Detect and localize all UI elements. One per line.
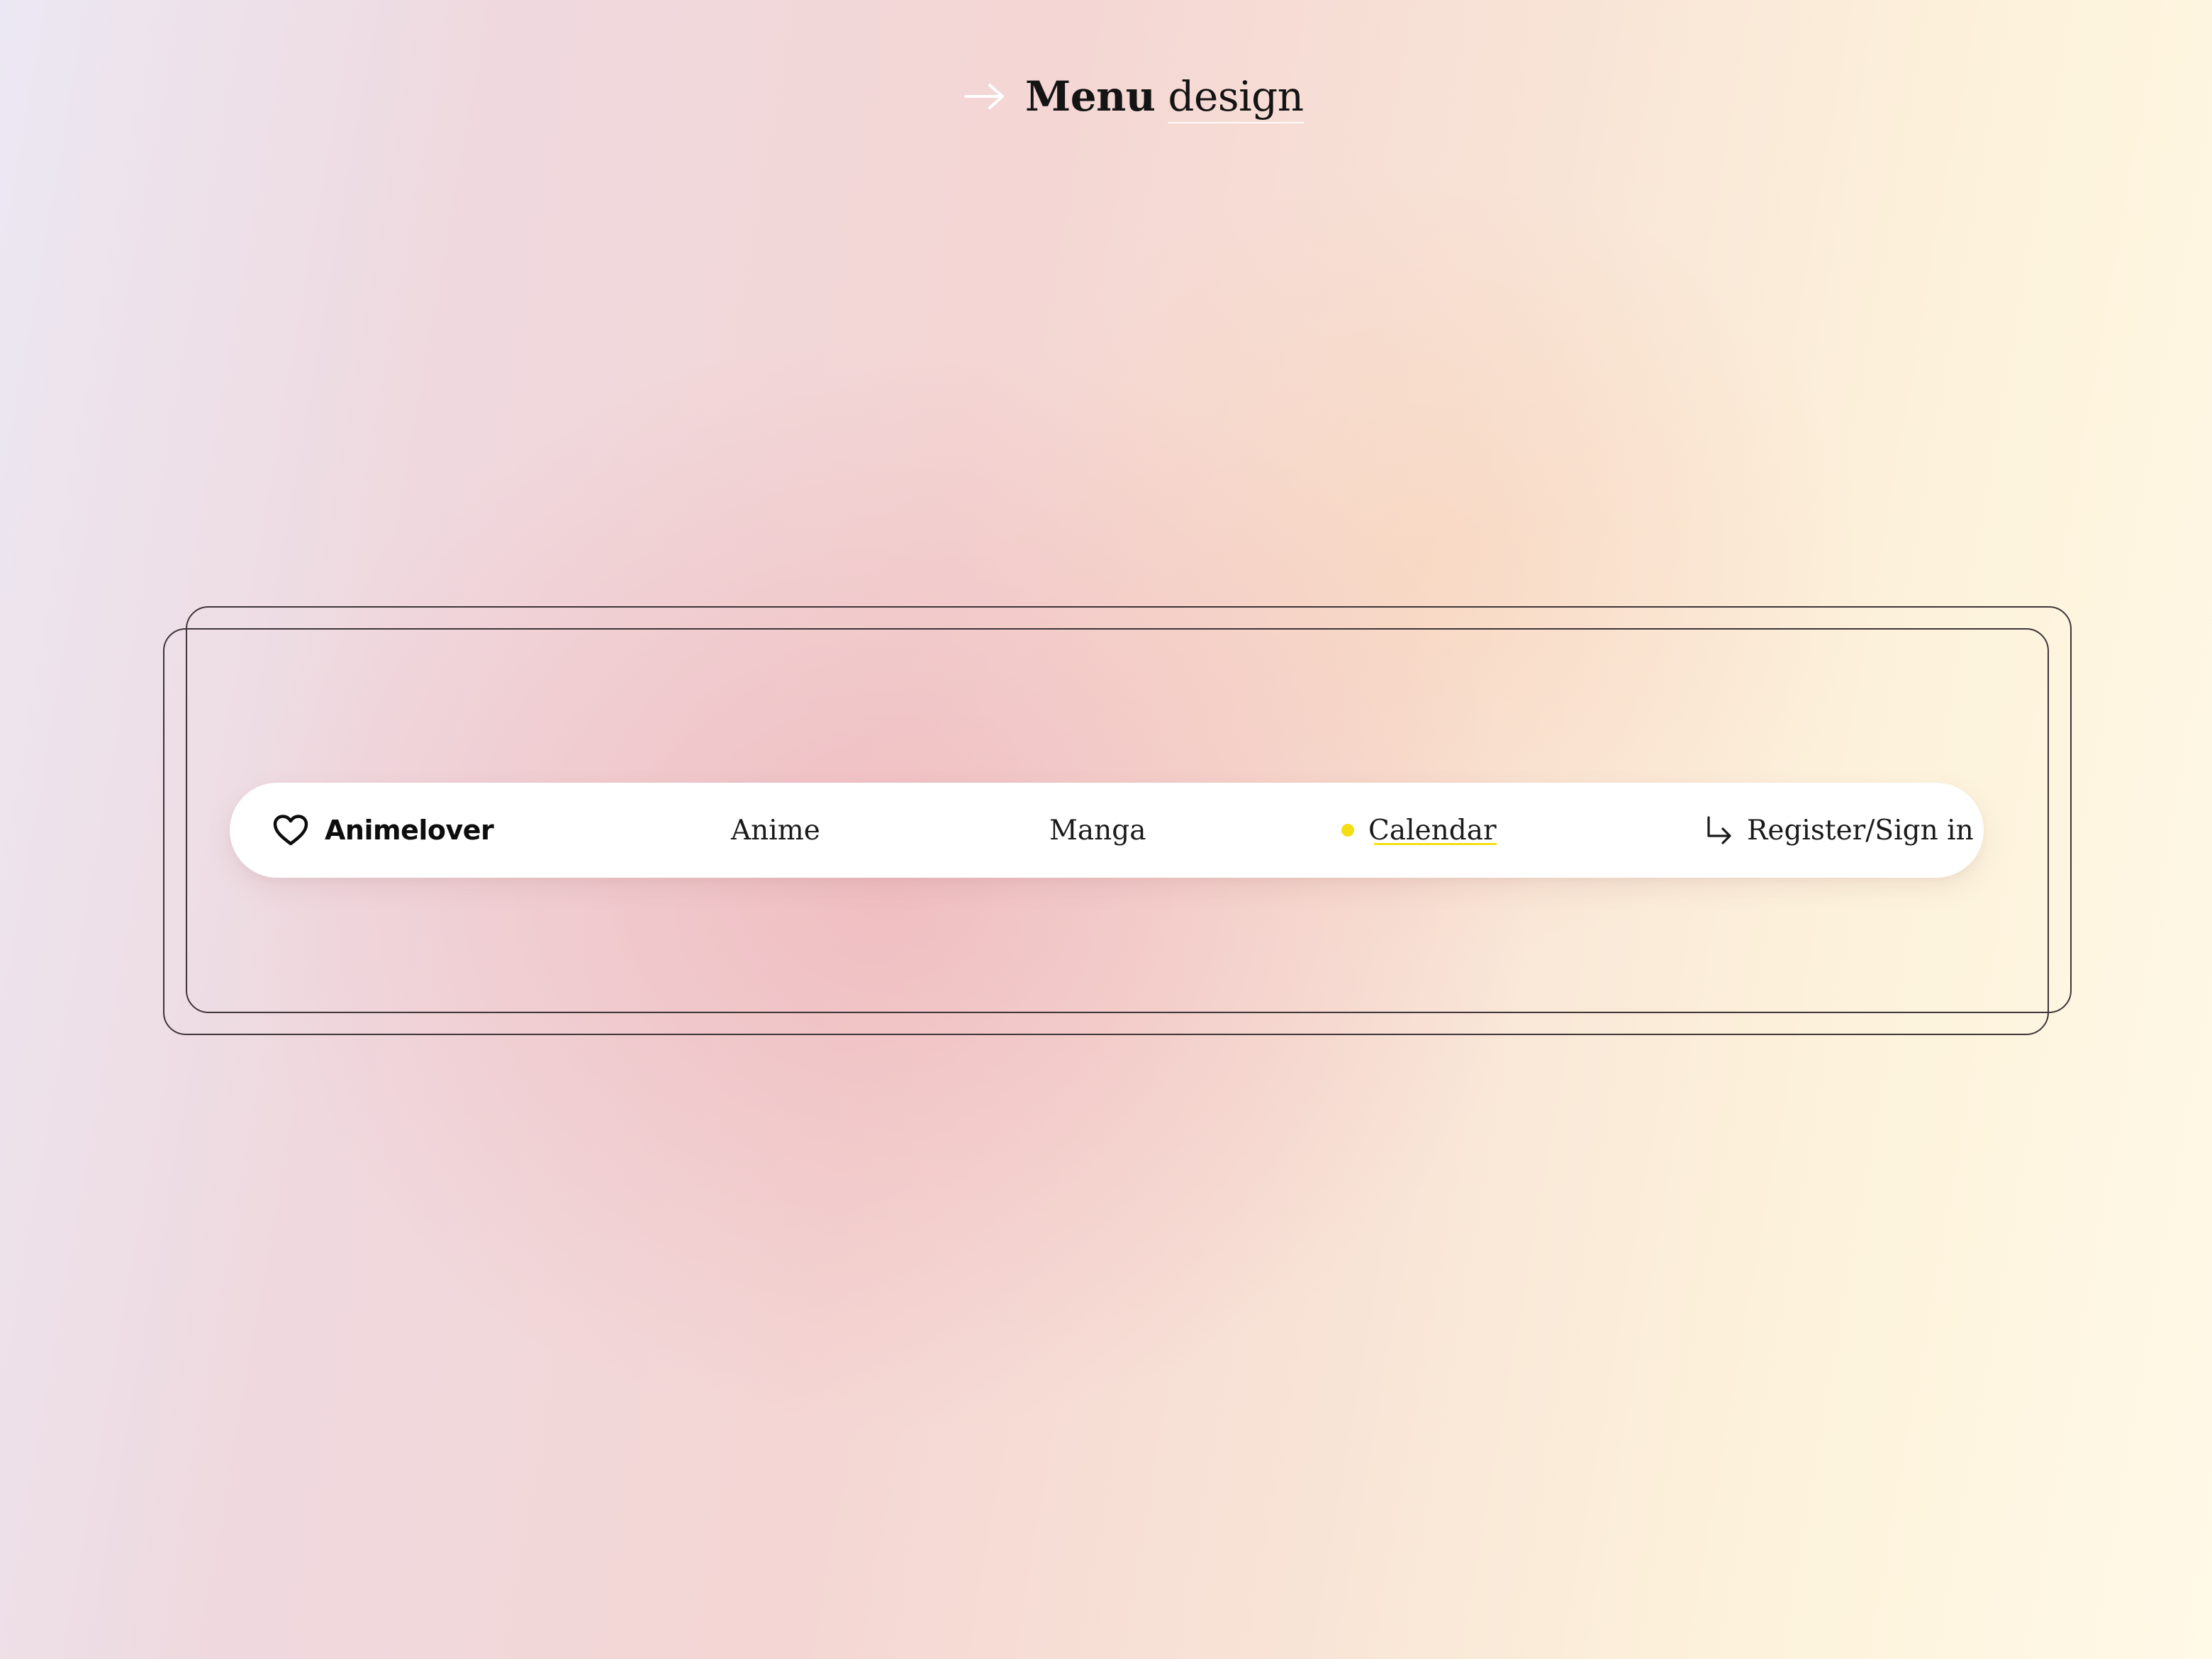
register-sign-in-label: Register/Sign in [1747,814,1974,847]
title-light: design [1168,72,1304,123]
brand-name: Animelover [325,815,494,846]
title-bold: Menu [1025,72,1156,121]
enter-arrow-icon [1707,816,1731,844]
arrow-right-icon [964,84,1004,109]
heart-icon [273,815,308,846]
title-text: Menu design [1025,72,1304,123]
nav-item-anime[interactable]: Anime [731,783,820,878]
nav-item-manga[interactable]: Manga [1049,783,1146,878]
active-indicator-dot [1341,824,1354,837]
menu-bar: Animelover Anime Manga Calendar Register… [230,783,1984,878]
register-sign-in-link[interactable]: Register/Sign in [1704,783,1974,878]
nav-item-calendar[interactable]: Calendar [1341,783,1497,878]
nav-item-calendar-label: Calendar [1368,814,1497,847]
brand-logo[interactable]: Animelover [272,783,494,878]
page-title: Menu design [964,68,1304,125]
